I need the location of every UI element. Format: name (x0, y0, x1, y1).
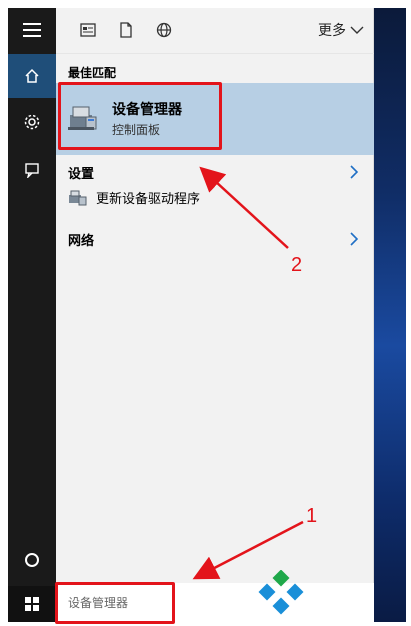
search-toolbar: 更多 (56, 8, 374, 54)
settings-chevron-right-icon[interactable] (347, 165, 361, 179)
windows-logo-icon (25, 597, 39, 611)
annotation-box-search (55, 582, 175, 624)
settings-button[interactable] (8, 100, 56, 144)
desktop-background (374, 8, 406, 622)
annotation-number-2: 2 (291, 254, 303, 276)
chevron-down-icon (350, 26, 364, 34)
feedback-button[interactable] (8, 148, 56, 192)
network-chevron-right-icon[interactable] (347, 232, 361, 246)
settings-category[interactable]: 设置 (68, 163, 94, 182)
feedback-icon (25, 163, 39, 178)
best-match-heading: 最佳匹配 (68, 66, 117, 80)
home-icon (25, 68, 39, 83)
home-button[interactable] (8, 54, 56, 98)
update-driver-label: 更新设备驱动程序 (96, 192, 201, 207)
left-rail (8, 8, 56, 622)
documents-filter-button[interactable] (116, 20, 136, 40)
annotation-number-1: 1 (306, 505, 318, 527)
brand-logo-icon (258, 570, 304, 615)
annotation-box-best-match (58, 82, 222, 150)
windows-start-button[interactable] (8, 586, 56, 622)
hamburger-icon (23, 23, 41, 37)
cortana-circle-icon (25, 553, 39, 567)
apps-filter-button[interactable] (78, 20, 98, 40)
device-driver-icon (69, 190, 87, 205)
app-window-icon (80, 23, 96, 37)
cortana-button[interactable] (8, 538, 56, 582)
web-filter-button[interactable] (154, 20, 174, 40)
gear-icon (24, 114, 40, 130)
more-filters-button[interactable]: 更多 (318, 20, 364, 40)
globe-icon (156, 22, 172, 38)
network-category[interactable]: 网络 (68, 230, 94, 249)
update-driver-item[interactable]: 更新设备驱动程序 (68, 188, 200, 207)
more-label: 更多 (318, 23, 346, 39)
menu-button[interactable] (8, 8, 56, 52)
document-icon (120, 22, 132, 38)
